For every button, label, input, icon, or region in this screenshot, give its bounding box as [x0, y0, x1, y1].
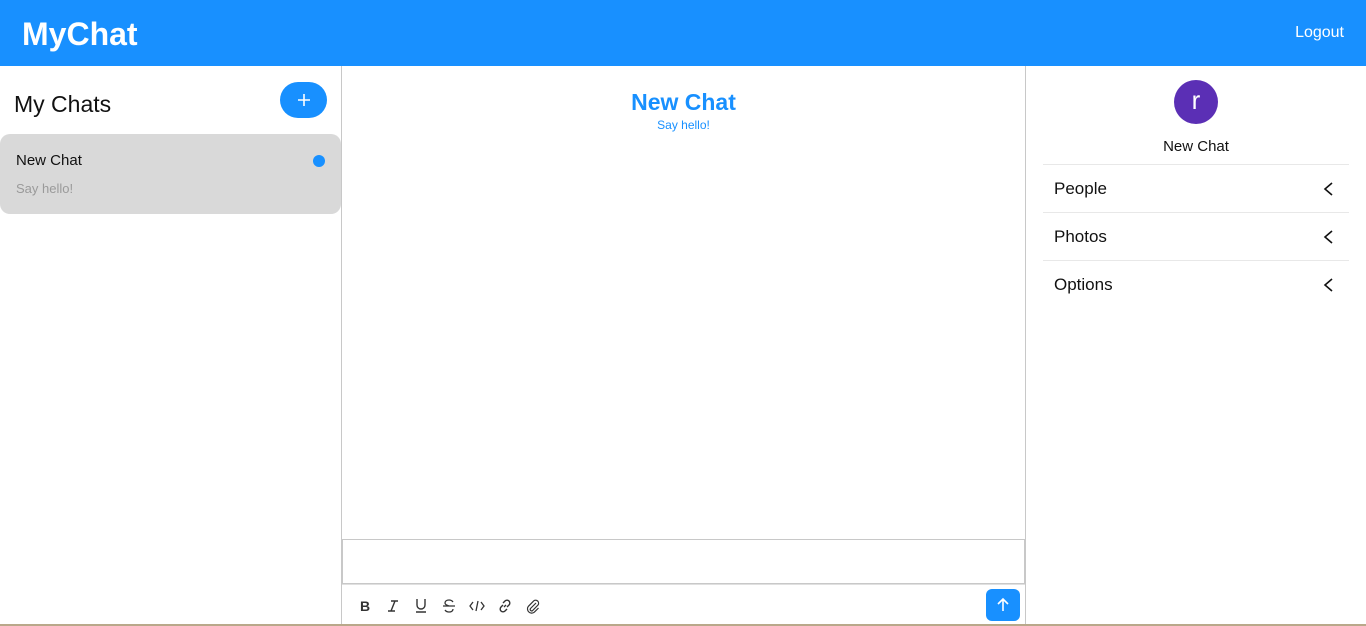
strikethrough-icon[interactable]	[440, 597, 458, 615]
settings-section-label: Options	[1054, 275, 1113, 294]
settings-section-label: People	[1054, 179, 1107, 198]
avatar: r	[1174, 80, 1218, 124]
code-icon[interactable]	[468, 597, 486, 615]
plus-icon	[297, 94, 310, 106]
bold-icon[interactable]: B	[356, 597, 374, 615]
chat-list-panel: My Chats New Chat Say hello!	[0, 66, 342, 626]
chevron-left-icon	[1323, 182, 1333, 196]
chevron-left-icon	[1323, 230, 1333, 244]
app-brand: MyChat	[22, 16, 138, 52]
chat-feed-title: New Chat	[631, 89, 736, 115]
avatar-letter: r	[1191, 85, 1201, 115]
logout-link[interactable]: Logout	[1295, 22, 1344, 44]
attachment-icon[interactable]	[524, 597, 542, 615]
settings-section-label: Photos	[1054, 227, 1107, 246]
arrow-up-icon	[997, 597, 1009, 611]
unread-dot-icon	[313, 155, 325, 167]
chat-card-title: New Chat	[16, 152, 82, 169]
message-input[interactable]	[342, 539, 1025, 584]
send-button[interactable]	[986, 589, 1020, 621]
svg-text:B: B	[360, 599, 370, 613]
underline-icon[interactable]	[412, 597, 430, 615]
settings-section-photos[interactable]: Photos	[1043, 212, 1349, 260]
chat-settings-title: New Chat	[1163, 138, 1229, 155]
new-chat-button[interactable]	[280, 82, 327, 118]
chat-feed-subtitle: Say hello!	[657, 118, 710, 132]
chat-settings-panel: r New Chat People Photos Options	[1026, 66, 1366, 626]
message-toolbar: B	[342, 584, 1025, 626]
chat-feed-panel: New Chat Say hello! B	[342, 66, 1026, 626]
chat-card[interactable]: New Chat Say hello!	[0, 134, 341, 214]
settings-section-people[interactable]: People	[1043, 164, 1349, 212]
italic-icon[interactable]	[384, 597, 402, 615]
chevron-left-icon	[1323, 278, 1333, 292]
chat-card-preview: Say hello!	[16, 181, 74, 196]
link-icon[interactable]	[496, 597, 514, 615]
settings-accordion: People Photos Options	[1043, 164, 1349, 308]
chat-list-title: My Chats	[14, 91, 112, 117]
top-bar: MyChat Logout	[0, 0, 1366, 66]
settings-section-options[interactable]: Options	[1043, 260, 1349, 308]
